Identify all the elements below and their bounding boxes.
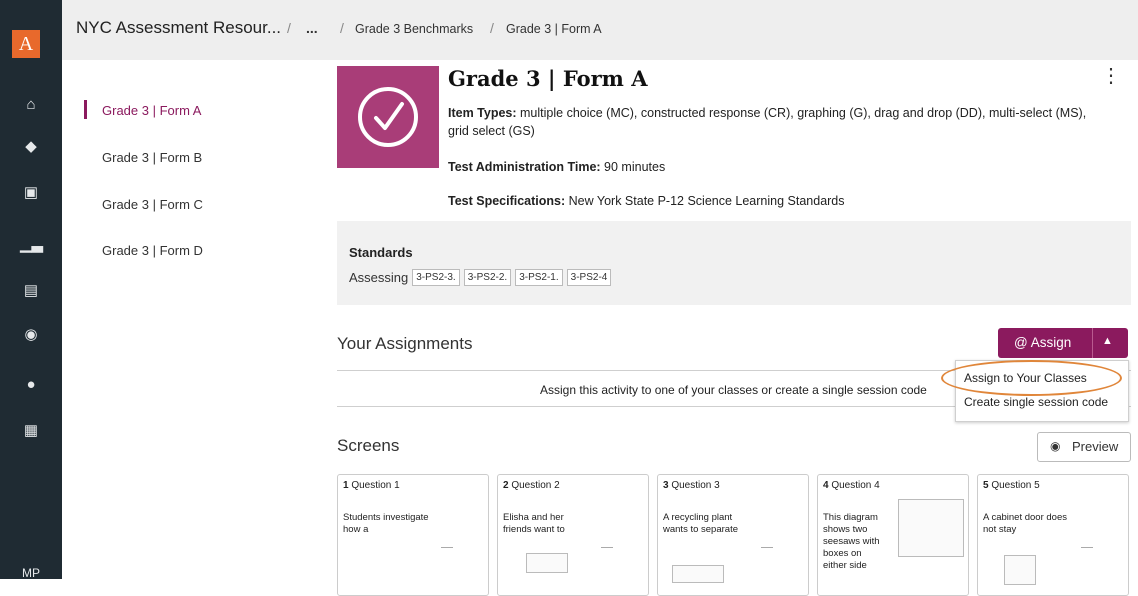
activity-thumbnail [337, 66, 439, 168]
screen-card[interactable]: 5 Question 5 A cabinet door does not sta… [977, 474, 1129, 596]
card-title-text: Question 2 [511, 480, 560, 491]
admin-time: Test Administration Time: 90 minutes [448, 158, 1108, 176]
preview-label: Preview [1072, 439, 1119, 454]
standard-chip[interactable]: 3-PS2-1. [515, 269, 563, 286]
breadcrumb-root[interactable]: NYC Assessment Resour... [76, 18, 281, 38]
card-number: 3 [663, 480, 669, 491]
card-number: 1 [343, 480, 349, 491]
screen-card[interactable]: 2 Question 2 Elisha and her friends want… [497, 474, 649, 596]
highlight-annotation [941, 360, 1122, 396]
document-icon[interactable]: ▤ [20, 280, 42, 302]
card-number: 2 [503, 480, 509, 491]
assessing-row: Assessing 3-PS2-3. 3-PS2-2. 3-PS2-1. 3-P… [349, 269, 612, 286]
placeholder-dash [1081, 547, 1093, 548]
screens-title: Screens [337, 436, 400, 455]
assign-button-divider [1092, 328, 1093, 358]
item-types-value: multiple choice (MC), constructed respon… [448, 106, 1087, 138]
left-rail: A ⌂ ◆ ▣ ▁▃ ▤ ◉ ● ▦ MP [0, 0, 62, 580]
page-title: Grade 3 | Form A [448, 66, 648, 91]
test-specs: Test Specifications: New York State P-12… [448, 192, 1108, 210]
card-illustration [672, 565, 724, 583]
admin-time-label: Test Administration Time: [448, 160, 601, 174]
card-title: 5 Question 5 [983, 480, 1040, 491]
breadcrumb-separator: / [287, 20, 291, 36]
standards-panel: Standards Assessing 3-PS2-3. 3-PS2-2. 3-… [337, 221, 1131, 305]
card-title-text: Question 5 [991, 480, 1040, 491]
screen-card[interactable]: 4 Question 4 This diagram shows two sees… [817, 474, 969, 596]
breadcrumb-separator: / [490, 20, 494, 36]
card-title-text: Question 4 [831, 480, 880, 491]
card-title-text: Question 3 [671, 480, 720, 491]
card-description: A recycling plant wants to separate [663, 512, 738, 535]
caret-up-icon[interactable]: ▲ [1102, 335, 1113, 347]
breadcrumb-current: Grade 3 | Form A [506, 22, 602, 36]
card-description: A cabinet door does not stay [983, 512, 1067, 535]
home-icon[interactable]: ⌂ [20, 94, 42, 116]
test-specs-value: New York State P-12 Science Learning Sta… [565, 194, 845, 208]
screen-card[interactable]: 3 Question 3 A recycling plant wants to … [657, 474, 809, 596]
grid-icon[interactable]: ▦ [20, 420, 42, 442]
card-title-text: Question 1 [351, 480, 400, 491]
card-title: 4 Question 4 [823, 480, 880, 491]
card-illustration [1004, 555, 1036, 585]
preview-button[interactable]: ◉ Preview [1037, 432, 1131, 462]
more-options-icon[interactable]: ⋮ [1101, 66, 1121, 86]
card-illustration [898, 499, 964, 557]
standards-title: Standards [349, 245, 413, 260]
placeholder-dash [601, 547, 613, 548]
placeholder-dash [441, 547, 453, 548]
bar-chart-icon[interactable]: ▁▃ [20, 234, 43, 256]
card-title: 3 Question 3 [663, 480, 720, 491]
card-description: This diagram shows two seesaws with boxe… [823, 512, 880, 571]
side-item-form-b[interactable]: Grade 3 | Form B [102, 150, 202, 165]
card-number: 5 [983, 480, 989, 491]
card-title: 1 Question 1 [343, 480, 400, 491]
user-settings-icon[interactable]: ● [20, 374, 42, 396]
menu-item-session-code[interactable]: Create single session code [964, 395, 1108, 409]
side-item-form-d[interactable]: Grade 3 | Form D [102, 243, 203, 258]
assessing-label: Assessing [349, 270, 409, 285]
active-indicator [84, 100, 87, 119]
breadcrumb-ellipsis[interactable]: ... [306, 20, 318, 36]
side-item-form-c[interactable]: Grade 3 | Form C [102, 197, 203, 212]
eye-icon: ◉ [1050, 439, 1061, 453]
placeholder-dash [761, 547, 773, 548]
admin-time-value: 90 minutes [600, 160, 666, 174]
card-description: Students investigate how a [343, 512, 429, 535]
card-title: 2 Question 2 [503, 480, 560, 491]
breadcrumb-separator: / [340, 20, 344, 36]
assign-button-label: @ Assign [1014, 335, 1072, 350]
app-logo[interactable]: A [12, 30, 40, 58]
presenter-icon[interactable]: ◉ [20, 324, 42, 346]
assign-button[interactable]: @ Assign ▲ [998, 328, 1128, 358]
standard-chip[interactable]: 3-PS2-2. [463, 269, 512, 286]
card-description: Elisha and her friends want to [503, 512, 565, 535]
breadcrumb-grade3-benchmarks[interactable]: Grade 3 Benchmarks [355, 22, 473, 36]
assignments-empty-text: Assign this activity to one of your clas… [540, 383, 927, 397]
item-types-label: Item Types: [448, 106, 517, 120]
top-bar: NYC Assessment Resour... / ... / Grade 3… [62, 0, 1138, 60]
user-avatar[interactable]: MP [22, 566, 40, 580]
side-item-form-a[interactable]: Grade 3 | Form A [102, 103, 201, 118]
item-types: Item Types: multiple choice (MC), constr… [448, 104, 1108, 140]
checkmark-circle-icon [358, 87, 418, 147]
standard-chip[interactable]: 3-PS2-3. [412, 269, 460, 286]
card-illustration [526, 553, 568, 573]
card-number: 4 [823, 480, 829, 491]
bookmark-icon[interactable]: ▣ [20, 182, 42, 204]
screen-card[interactable]: 1 Question 1 Students investigate how a [337, 474, 489, 596]
assignments-title: Your Assignments [337, 334, 473, 353]
graduation-cap-icon[interactable]: ◆ [20, 136, 42, 158]
standard-chip[interactable]: 3-PS2-4 [566, 269, 612, 286]
test-specs-label: Test Specifications: [448, 194, 566, 208]
